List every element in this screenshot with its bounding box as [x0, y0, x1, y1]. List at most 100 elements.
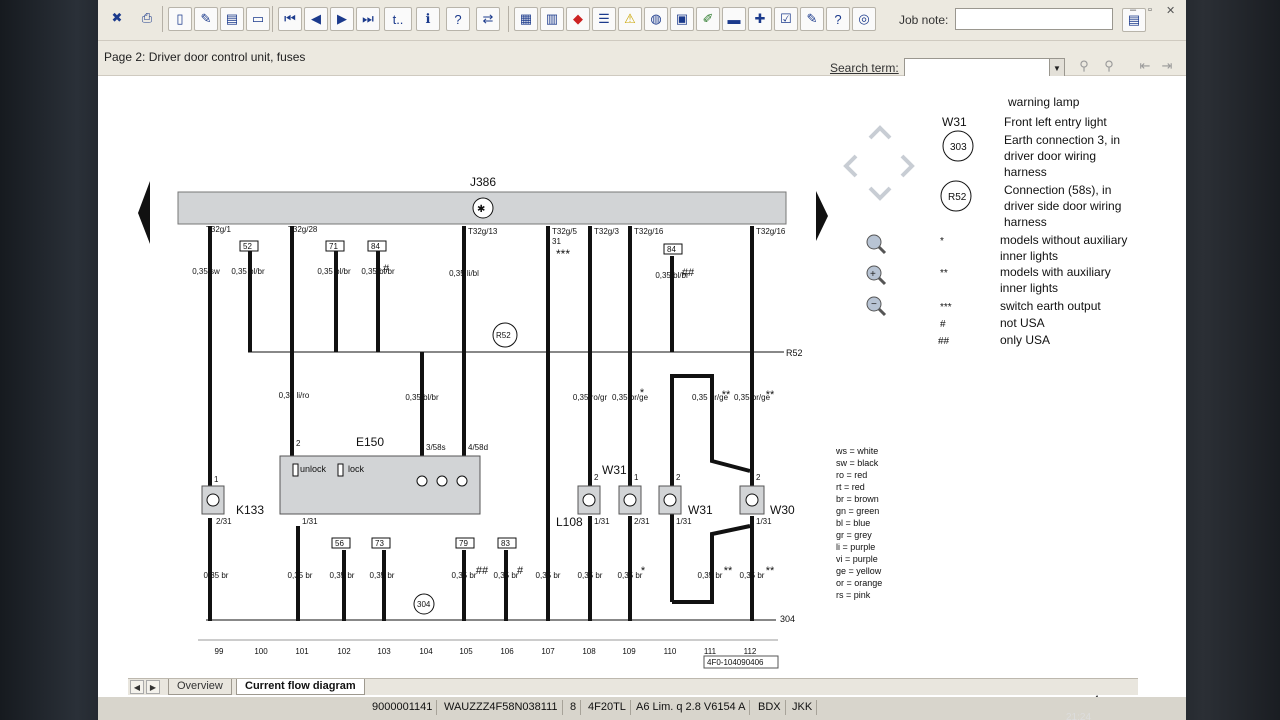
- vehicle-icon[interactable]: ▭: [246, 7, 270, 31]
- status-model-code: 4F20TL: [584, 700, 631, 715]
- search-prev-icon[interactable]: ⇤: [1134, 55, 1156, 77]
- switch-icon[interactable]: ⇄: [476, 7, 500, 31]
- goto-button[interactable]: t..: [384, 7, 412, 31]
- column-number: 110: [664, 647, 677, 656]
- manual-icon[interactable]: ◆: [566, 7, 590, 31]
- exit-icon[interactable]: ✖: [106, 7, 128, 29]
- help-icon[interactable]: ?: [446, 7, 470, 31]
- next-page-arrow-icon[interactable]: [816, 191, 828, 241]
- application-window: ✖ ⎙ ▯ ✎ ▤ ▭ ⏮ ◀ ▶ ⏭ t.. ℹ ? ⇄ ▦ ▥ ◆ ☰ ⚠ …: [98, 0, 1186, 720]
- w31-label: W31: [602, 463, 627, 477]
- fuse-label: 71: [329, 242, 338, 251]
- book-icon[interactable]: ▦: [514, 7, 538, 31]
- first-page-icon[interactable]: ⏮: [278, 7, 302, 31]
- legend-code: *: [940, 236, 944, 247]
- save-icon[interactable]: ▣: [670, 7, 694, 31]
- status-gearbox: JKK: [788, 700, 818, 715]
- wire-label: 0,35 li/ro: [279, 391, 310, 400]
- w30-label: W30: [770, 503, 795, 517]
- table-icon[interactable]: ▥: [540, 7, 564, 31]
- wire-label: 0,35 bl/br: [405, 393, 439, 402]
- tab-scroll-right-icon[interactable]: ▶: [146, 680, 160, 694]
- legend-code: 303: [950, 142, 967, 153]
- page-header: Page 2: Driver door control unit, fuses …: [98, 41, 1186, 78]
- tool-edit-icon[interactable]: ✎: [800, 7, 824, 31]
- pan-down-icon[interactable]: [868, 186, 892, 201]
- pan-left-icon[interactable]: [843, 154, 858, 178]
- wire-label: 0,35 br: [330, 571, 355, 580]
- job-note-input[interactable]: [955, 8, 1113, 30]
- terminal-label: T32g/16: [634, 227, 664, 236]
- legend-desc: inner lights: [1000, 281, 1058, 295]
- column-number: 100: [254, 647, 268, 656]
- r52-connector-label: R52: [496, 331, 511, 340]
- warning-icon[interactable]: ⚠: [618, 7, 642, 31]
- w31b-label: W31: [688, 503, 713, 517]
- tab-scroll-left-icon[interactable]: ◀: [130, 680, 144, 694]
- close-icon[interactable]: ✕: [1166, 4, 1175, 17]
- fuse-label: 84: [667, 245, 676, 254]
- minimize-icon[interactable]: –: [1130, 4, 1136, 16]
- search-up-icon[interactable]: ⚲: [1073, 55, 1095, 77]
- edit-document-icon[interactable]: ✎: [194, 7, 218, 31]
- column-number: 105: [459, 647, 473, 656]
- search-down-icon[interactable]: ⚲: [1098, 55, 1120, 77]
- lock-label: lock: [348, 464, 365, 474]
- chevron-down-icon[interactable]: ▼: [1049, 58, 1065, 78]
- zoom-fit-icon[interactable]: [866, 234, 887, 255]
- svg-text:+: +: [870, 269, 876, 280]
- pan-up-icon[interactable]: [868, 125, 892, 140]
- info-icon[interactable]: ℹ: [416, 7, 440, 31]
- clipboard-icon[interactable]: ▤: [220, 7, 244, 31]
- star-mark: *: [641, 565, 646, 577]
- car-icon[interactable]: ▬: [722, 7, 746, 31]
- color-legend-item: gr = grey: [836, 530, 872, 540]
- network-icon[interactable]: ◎: [852, 7, 876, 31]
- pin-label: 2: [296, 439, 301, 448]
- globe-icon[interactable]: ◍: [644, 7, 668, 31]
- checklist-icon[interactable]: ☑: [774, 7, 798, 31]
- legend-desc: only USA: [1000, 333, 1050, 347]
- terminal-label: T32g/28: [288, 225, 318, 234]
- diagnosis-icon[interactable]: ✚: [748, 7, 772, 31]
- legend-partial-line: warning lamp: [1007, 95, 1080, 109]
- pin-label: 2: [594, 473, 599, 482]
- print-icon[interactable]: ⎙: [136, 7, 158, 29]
- toolbar-separator: [272, 6, 273, 32]
- legend-code: W31: [942, 115, 967, 129]
- new-document-icon[interactable]: ▯: [168, 7, 192, 31]
- next-page-icon[interactable]: ▶: [330, 7, 354, 31]
- switch-earth-mark: ***: [556, 247, 570, 261]
- main-toolbar: ✖ ⎙ ▯ ✎ ▤ ▭ ⏮ ◀ ▶ ⏭ t.. ℹ ? ⇄ ▦ ▥ ◆ ☰ ⚠ …: [98, 0, 1186, 41]
- search-next-icon[interactable]: ⇥: [1156, 55, 1178, 77]
- pin-label: 2: [676, 473, 681, 482]
- tab-overview[interactable]: Overview: [168, 679, 232, 695]
- maximize-icon[interactable]: ▫: [1148, 4, 1152, 16]
- unlock-label: unlock: [300, 464, 327, 474]
- search-input[interactable]: [904, 58, 1056, 78]
- list-icon[interactable]: ☰: [592, 7, 616, 31]
- zoom-in-icon[interactable]: +: [866, 265, 887, 286]
- previous-page-arrow-icon[interactable]: [138, 181, 150, 244]
- legend-code: R52: [948, 192, 967, 203]
- previous-page-icon[interactable]: ◀: [304, 7, 328, 31]
- toolbar-separator: [162, 6, 163, 32]
- zoom-out-icon[interactable]: −: [866, 296, 887, 317]
- wire-label: 0,35 bl/br: [231, 267, 265, 276]
- legend-desc: models without auxiliary: [1000, 233, 1127, 247]
- pan-right-icon[interactable]: [900, 154, 915, 178]
- wire-label: 0,35 br: [740, 571, 765, 580]
- double-star-mark: **: [724, 565, 733, 577]
- pin-label: 3/58s: [426, 443, 446, 452]
- legend-desc: Front left entry light: [1004, 115, 1107, 129]
- sheet-tab-bar: ◀ ▶ Overview Current flow diagram: [128, 678, 1138, 695]
- legend-desc: driver door wiring: [1004, 149, 1096, 163]
- help-doc-icon[interactable]: ?: [826, 7, 850, 31]
- goto-label: t..: [392, 11, 404, 27]
- column-number: 102: [337, 647, 351, 656]
- fuse-label: 84: [371, 242, 380, 251]
- tools-icon[interactable]: ✐: [696, 7, 720, 31]
- tab-current-flow-diagram[interactable]: Current flow diagram: [236, 679, 365, 695]
- wire-label: 0,35 li/bl: [449, 269, 479, 278]
- last-page-icon[interactable]: ⏭: [356, 7, 380, 31]
